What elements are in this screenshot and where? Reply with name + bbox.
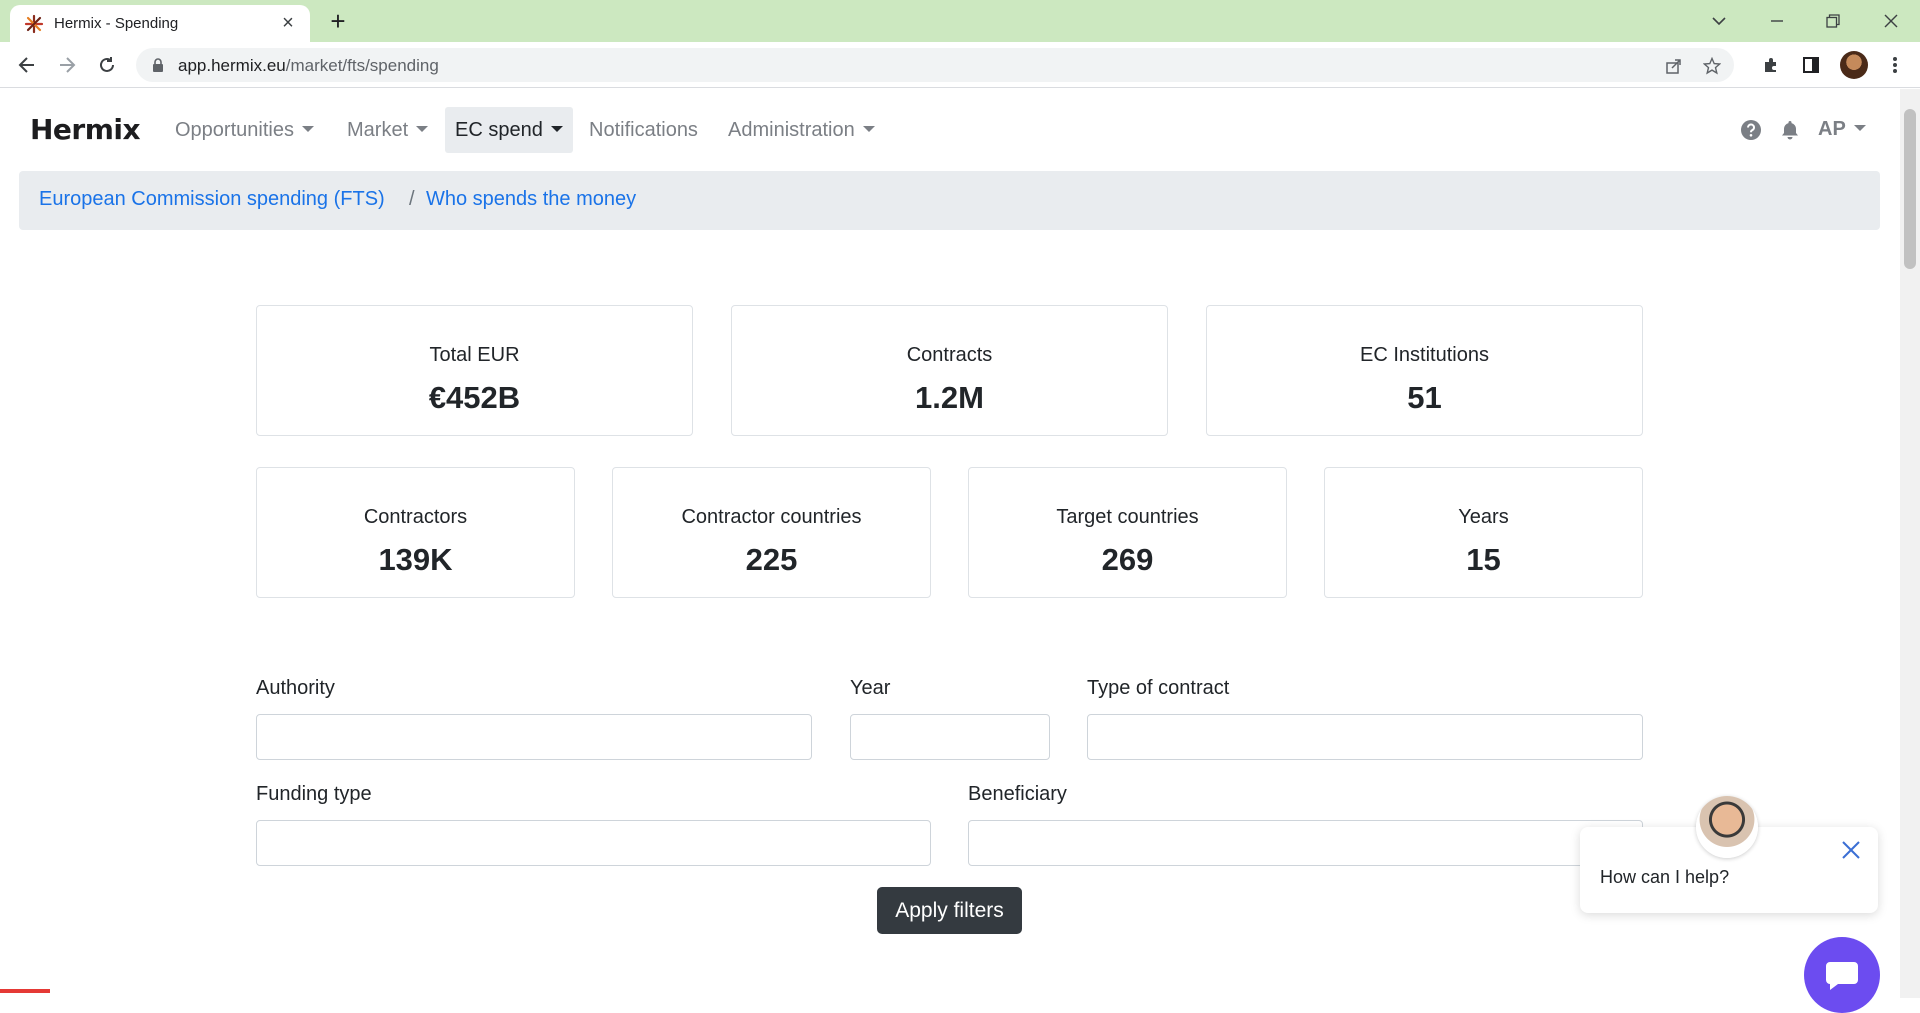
stat-value: 139K: [378, 542, 453, 577]
page-scrollbar[interactable]: [1900, 89, 1920, 998]
beneficiary-label: Beneficiary: [968, 783, 1067, 805]
beneficiary-input[interactable]: [968, 820, 1643, 866]
caret-down-icon: [301, 126, 314, 132]
nav-administration[interactable]: Administration: [718, 107, 885, 153]
profile-avatar[interactable]: [1840, 51, 1868, 79]
tab-close-icon[interactable]: ×: [278, 13, 298, 33]
stat-label: Target countries: [1056, 506, 1199, 528]
loading-indicator: [0, 989, 50, 993]
stat-card-contractor-countries: Contractor countries 225: [612, 467, 931, 598]
breadcrumb-link-who-spends[interactable]: Who spends the money: [426, 188, 636, 211]
caret-down-icon: [416, 126, 429, 132]
extensions-icon[interactable]: [1756, 50, 1786, 80]
share-icon[interactable]: [1662, 54, 1686, 78]
scrollbar-thumb[interactable]: [1904, 109, 1916, 269]
help-icon[interactable]: [1740, 119, 1762, 141]
forward-icon[interactable]: [52, 50, 82, 80]
year-label: Year: [850, 677, 891, 699]
caret-down-icon: [550, 126, 563, 132]
user-menu[interactable]: AP: [1818, 118, 1866, 141]
new-tab-icon[interactable]: +: [324, 8, 352, 36]
tab-title: Hermix - Spending: [54, 15, 179, 32]
contract-type-input[interactable]: [1087, 714, 1643, 760]
nav-opportunities[interactable]: Opportunities: [165, 107, 324, 153]
stat-value: 51: [1407, 380, 1442, 415]
minimize-icon[interactable]: [1760, 6, 1794, 36]
funding-type-input[interactable]: [256, 820, 931, 866]
browser-tab[interactable]: Hermix - Spending ×: [10, 5, 310, 42]
stat-card-contractors: Contractors 139K: [256, 467, 575, 598]
caret-down-icon: [1853, 125, 1866, 131]
stat-card-ec-institutions: EC Institutions 51: [1206, 305, 1643, 436]
stat-label: EC Institutions: [1360, 344, 1489, 366]
bell-icon[interactable]: [1779, 119, 1801, 141]
brand-logo[interactable]: Hermix: [30, 113, 141, 146]
browser-titlebar: Hermix - Spending × +: [0, 0, 1920, 42]
stat-label: Total EUR: [429, 344, 520, 366]
funding-type-label: Funding type: [256, 783, 372, 805]
url-text: app.hermix.eu/market/fts/spending: [178, 56, 439, 75]
stat-card-total-eur: Total EUR €452B: [256, 305, 693, 436]
authority-input[interactable]: [256, 714, 812, 760]
year-input[interactable]: [850, 714, 1050, 760]
lock-icon: [153, 58, 163, 72]
tab-search-icon[interactable]: [1702, 6, 1736, 36]
stat-value: 15: [1466, 542, 1501, 577]
authority-label: Authority: [256, 677, 335, 699]
stat-label: Years: [1458, 506, 1509, 528]
side-panel-icon[interactable]: [1796, 50, 1826, 80]
stat-card-target-countries: Target countries 269: [968, 467, 1287, 598]
address-bar[interactable]: app.hermix.eu/market/fts/spending: [136, 48, 1734, 82]
chat-icon: [1826, 962, 1858, 990]
browser-toolbar: app.hermix.eu/market/fts/spending: [0, 42, 1920, 88]
bookmark-star-icon[interactable]: [1700, 54, 1724, 78]
nav-market[interactable]: Market: [337, 107, 438, 153]
stat-value: 225: [745, 542, 798, 577]
stat-label: Contractor countries: [681, 506, 862, 528]
nav-notifications[interactable]: Notifications: [579, 107, 708, 153]
chat-agent-avatar: [1696, 796, 1758, 858]
restore-icon[interactable]: [1816, 6, 1850, 36]
stat-value: 269: [1101, 542, 1154, 577]
back-icon[interactable]: [12, 50, 42, 80]
browser-menu-icon[interactable]: [1880, 50, 1910, 80]
breadcrumb: European Commission spending (FTS) / Who…: [19, 171, 1880, 230]
close-icon[interactable]: [1840, 839, 1862, 861]
chat-prompt-text: How can I help?: [1600, 867, 1730, 887]
app-navbar: Hermix Opportunities Market EC spend Not…: [0, 89, 1900, 171]
stat-card-years: Years 15: [1324, 467, 1643, 598]
chat-launcher-button[interactable]: [1804, 937, 1880, 1013]
close-window-icon[interactable]: [1874, 6, 1908, 36]
hermix-favicon-icon: [24, 14, 44, 34]
reload-icon[interactable]: [92, 50, 122, 80]
stat-label: Contractors: [363, 506, 468, 528]
breadcrumb-link-fts[interactable]: European Commission spending (FTS): [39, 188, 385, 211]
stat-value: €452B: [428, 380, 521, 415]
nav-ec-spend[interactable]: EC spend: [445, 107, 573, 153]
stat-value: 1.2M: [915, 380, 984, 415]
apply-filters-button[interactable]: Apply filters: [877, 887, 1022, 934]
caret-down-icon: [862, 126, 875, 132]
breadcrumb-separator: /: [409, 188, 415, 210]
contract-type-label: Type of contract: [1087, 677, 1230, 699]
stat-label: Contracts: [906, 344, 993, 366]
stat-card-contracts: Contracts 1.2M: [731, 305, 1168, 436]
